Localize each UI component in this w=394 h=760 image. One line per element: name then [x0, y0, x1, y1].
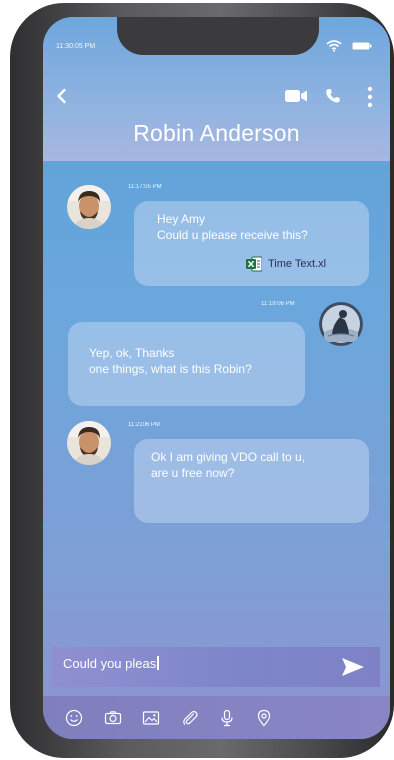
message-text: Could u please receive this? — [157, 228, 308, 242]
back-icon[interactable] — [55, 87, 69, 105]
contact-name: Robin Anderson — [133, 120, 300, 146]
message-timestamp: 11:17:05 PM — [128, 184, 162, 190]
more-options-icon[interactable] — [366, 86, 374, 108]
battery-icon — [352, 42, 372, 50]
phone-call-icon[interactable] — [325, 88, 341, 104]
status-time: 11:30:05 PM — [56, 43, 96, 50]
emoji-icon[interactable] — [65, 709, 83, 727]
outgoing-message-bubble[interactable]: Yep, ok, Thanks one things, what is this… — [68, 322, 305, 406]
attachment-toolbar — [43, 696, 390, 739]
text-caret — [157, 656, 159, 670]
incoming-message-bubble[interactable]: Hey Amy Could u please receive this? Tim… — [134, 201, 369, 286]
message-text: one things, what is this Robin? — [89, 362, 252, 376]
message-timestamp: 11:2106 PM — [128, 422, 160, 428]
chat-header: 11:30:05 PM Robin Anderson — [43, 17, 390, 161]
microphone-icon[interactable] — [218, 709, 236, 727]
video-call-icon[interactable] — [285, 89, 307, 103]
contact-avatar[interactable] — [67, 185, 111, 229]
message-composer[interactable]: Could you pleas — [52, 647, 380, 687]
my-avatar[interactable] — [319, 302, 363, 346]
phone-screen: 11:30:05 PM Robin Anderson 11:17:05 PM H… — [43, 17, 390, 739]
message-input-value: Could you pleas — [63, 656, 157, 671]
phone-frame: 11:30:05 PM Robin Anderson 11:17:05 PM H… — [10, 3, 394, 758]
file-attachment[interactable]: Time Text.xl — [246, 256, 326, 272]
attachment-name: Time Text.xl — [268, 258, 327, 270]
send-icon[interactable] — [341, 657, 365, 677]
location-icon[interactable] — [255, 709, 273, 727]
image-icon[interactable] — [142, 709, 160, 727]
camera-icon[interactable] — [104, 709, 122, 727]
message-text: are u free now? — [151, 466, 235, 480]
message-input[interactable]: Could you pleas — [63, 656, 159, 671]
contact-avatar[interactable] — [67, 421, 111, 465]
message-text: Ok I am giving VDO call to u, — [151, 450, 306, 464]
incoming-message-bubble[interactable]: Ok I am giving VDO call to u, are u free… — [134, 439, 369, 523]
excel-file-icon — [246, 256, 262, 272]
attachment-icon[interactable] — [181, 709, 199, 727]
message-text: Hey Amy — [157, 212, 206, 226]
phone-notch — [117, 17, 319, 55]
wifi-icon — [326, 40, 342, 52]
message-text: Yep, ok, Thanks — [89, 346, 175, 360]
message-timestamp: 11:19:06 PM — [261, 301, 295, 307]
